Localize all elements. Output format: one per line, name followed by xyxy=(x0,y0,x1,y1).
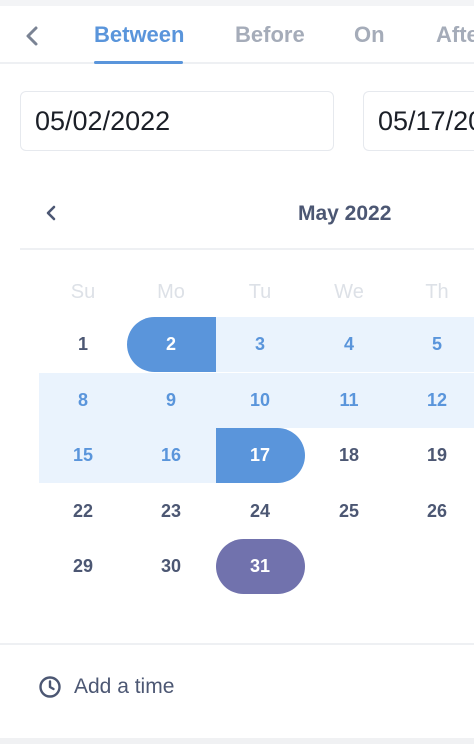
calendar-day[interactable]: 25 xyxy=(305,484,393,539)
weekday-label: Mo xyxy=(157,281,185,303)
tab-after[interactable]: After xyxy=(436,22,474,48)
calendar-day-today[interactable]: 31 xyxy=(216,539,304,594)
calendar-day[interactable]: 23 xyxy=(127,484,215,539)
calendar-header: May 2022 xyxy=(20,188,474,250)
chevron-left-icon xyxy=(26,26,38,46)
weekday-label: We xyxy=(334,281,364,303)
start-date-input[interactable] xyxy=(20,91,334,151)
end-date-input[interactable] xyxy=(363,91,474,151)
back-button[interactable] xyxy=(18,22,46,50)
tab-on[interactable]: On xyxy=(354,22,385,48)
calendar-day[interactable]: 5 xyxy=(393,317,474,372)
calendar-day[interactable]: 4 xyxy=(305,317,393,372)
calendar-day-range-end[interactable]: 17 xyxy=(216,428,304,483)
weekday-label: Tu xyxy=(248,281,272,303)
clock-icon xyxy=(39,676,61,698)
calendar-day[interactable]: 1 xyxy=(39,317,127,372)
add-time-button[interactable]: Add a time xyxy=(38,672,174,702)
calendar-day[interactable]: 19 xyxy=(393,428,474,483)
calendar-day[interactable]: 8 xyxy=(39,373,127,428)
calendar-day[interactable]: 29 xyxy=(39,539,127,594)
prev-month-button[interactable] xyxy=(40,202,62,224)
calendar-day[interactable]: 24 xyxy=(216,484,304,539)
bottom-strip xyxy=(0,738,474,744)
weekday-label: Th xyxy=(425,281,449,303)
filter-tabs: Between Before On After xyxy=(0,6,474,64)
month-label: May 2022 xyxy=(298,202,392,225)
calendar-day[interactable]: 11 xyxy=(305,373,393,428)
calendar-day[interactable]: 3 xyxy=(216,317,304,372)
calendar-day[interactable]: 16 xyxy=(127,428,215,483)
calendar-day[interactable]: 22 xyxy=(39,484,127,539)
add-time-label: Add a time xyxy=(74,675,175,698)
calendar-day[interactable]: 26 xyxy=(393,484,474,539)
active-tab-indicator xyxy=(94,61,183,64)
weekday-label: Su xyxy=(70,281,96,303)
chevron-left-icon xyxy=(46,205,56,221)
calendar-day[interactable]: 18 xyxy=(305,428,393,483)
tab-between[interactable]: Between xyxy=(94,22,184,48)
calendar-day[interactable]: 10 xyxy=(216,373,304,428)
calendar-day-range-start[interactable]: 2 xyxy=(127,317,215,372)
calendar-day[interactable]: 15 xyxy=(39,428,127,483)
calendar-day[interactable]: 30 xyxy=(127,539,215,594)
calendar-day[interactable]: 12 xyxy=(393,373,474,428)
divider xyxy=(0,643,474,645)
calendar-day[interactable]: 9 xyxy=(127,373,215,428)
tab-before[interactable]: Before xyxy=(235,22,305,48)
